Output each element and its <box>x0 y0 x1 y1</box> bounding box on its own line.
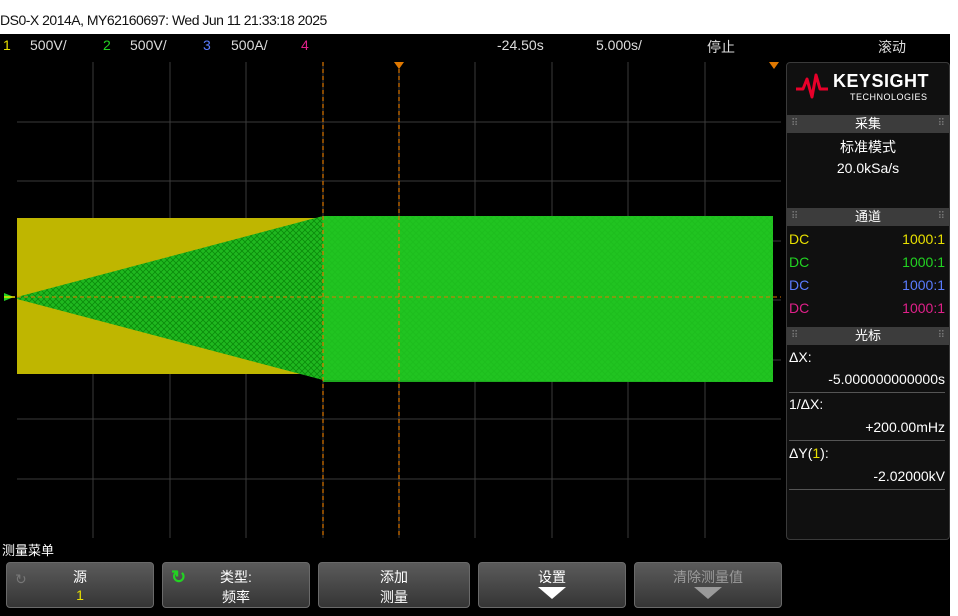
ch1-number[interactable]: 1 <box>3 37 11 53</box>
time-scale[interactable]: 5.000s/ <box>596 37 642 53</box>
ch1-coupling: DC <box>789 231 810 247</box>
ch3-probe: 1000:1 <box>902 277 945 293</box>
ch2-scale[interactable]: 500V/ <box>130 37 167 53</box>
softkey-source[interactable]: ↻ 源 1 <box>6 562 154 608</box>
delta-x-label: ΔX: <box>789 349 812 365</box>
channel-row-1: DC 1000:1 <box>789 229 945 251</box>
softkey-settings[interactable]: 设置 <box>478 562 626 608</box>
ch2-probe: 1000:1 <box>902 254 945 270</box>
channel-row-2: DC 1000:1 <box>789 252 945 274</box>
run-state: 停止 <box>707 39 735 55</box>
acquire-mode: 标准模式 <box>840 139 896 155</box>
ground-reference-marker[interactable] <box>2 289 16 305</box>
ch3-number[interactable]: 3 <box>203 37 211 53</box>
window-title-bar: DS0-X 2014A, MY62160697: Wed Jun 11 21:3… <box>0 0 950 34</box>
divider <box>789 489 945 490</box>
divider <box>789 392 945 393</box>
softkey-clear-measurements[interactable]: 清除测量值 <box>634 562 782 608</box>
softkey-type[interactable]: ↻ 类型: 频率 <box>162 562 310 608</box>
right-border <box>950 0 958 616</box>
keysight-wave-icon <box>796 73 828 99</box>
scope-status-bar: 1 500V/ 2 500V/ 3 500A/ 4 -24.50s 5.000s… <box>0 34 950 56</box>
channel-row-4: DC 1000:1 <box>789 298 945 320</box>
delta-x-value: -5.000000000000s <box>828 371 945 387</box>
side-info-panel: KEYSIGHT TECHNOLOGIES ⠿ 采集 ⠿ 标准模式 20.0kS… <box>786 62 950 540</box>
acquisition-mode: 滚动 <box>878 39 906 55</box>
waveform-svg <box>17 62 781 538</box>
time-delay[interactable]: -24.50s <box>497 37 544 53</box>
sample-rate: 20.0kSa/s <box>836 160 900 176</box>
ch2-number[interactable]: 2 <box>103 37 111 53</box>
ch1-probe: 1000:1 <box>902 231 945 247</box>
ch2-coupling: DC <box>789 254 810 270</box>
keysight-logo: KEYSIGHT TECHNOLOGIES <box>795 69 945 105</box>
ch3-scale[interactable]: 500A/ <box>231 37 268 53</box>
brand-sub: TECHNOLOGIES <box>850 92 928 102</box>
delta-y-value: -2.02000kV <box>873 468 945 484</box>
submenu-arrow-icon <box>694 587 722 599</box>
softkey-add-measurement[interactable]: 添加 测量 <box>318 562 470 608</box>
window-title: DS0-X 2014A, MY62160697: Wed Jun 11 21:3… <box>0 12 327 28</box>
inverse-delta-x-label: 1/ΔX: <box>789 396 824 412</box>
cursors-panel-title[interactable]: ⠿ 光标 ⠿ <box>787 327 949 345</box>
ch3-coupling: DC <box>789 277 810 293</box>
brand-name: KEYSIGHT <box>833 71 930 91</box>
ch2-waveform-steady <box>323 216 773 382</box>
acquire-panel-title[interactable]: ⠿ 采集 ⠿ <box>787 115 949 133</box>
ch4-number[interactable]: 4 <box>301 37 309 53</box>
ch4-coupling: DC <box>789 300 810 316</box>
delta-y-label: ΔY(1): <box>789 445 829 461</box>
channels-panel-title[interactable]: ⠿ 通道 ⠿ <box>787 208 949 226</box>
inverse-delta-x-value: +200.00mHz <box>865 419 945 435</box>
channel-row-3: DC 1000:1 <box>789 275 945 297</box>
divider <box>789 440 945 441</box>
ch4-probe: 1000:1 <box>902 300 945 316</box>
submenu-arrow-icon <box>538 587 566 599</box>
waveform-display[interactable] <box>17 62 781 538</box>
ch1-scale[interactable]: 500V/ <box>30 37 67 53</box>
menu-title: 测量菜单 <box>2 543 55 558</box>
